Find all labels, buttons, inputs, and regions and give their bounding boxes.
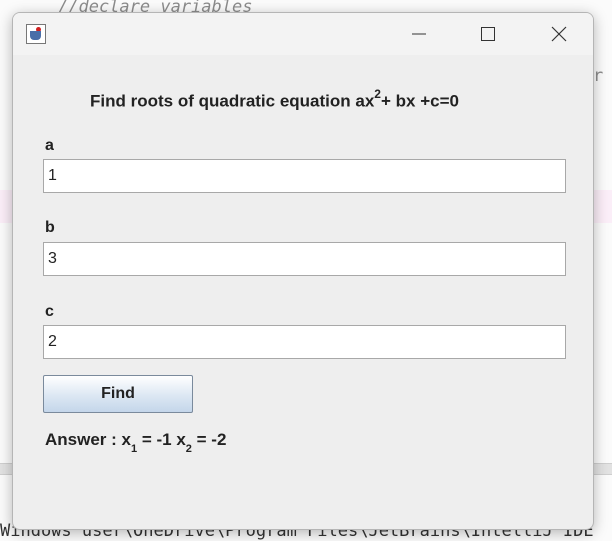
answer-sub1: 1 — [130, 443, 138, 456]
answer-text: Answer : x1 = -1 x2 = -2 — [45, 430, 227, 456]
input-b[interactable]: 3 — [43, 242, 566, 276]
input-a[interactable]: 1 — [43, 159, 566, 193]
title-bar[interactable] — [13, 13, 593, 55]
answer-suffix: = -2 — [191, 430, 227, 449]
close-button[interactable] — [541, 21, 577, 47]
input-c[interactable]: 2 — [43, 325, 566, 359]
answer-sub2: 2 — [185, 443, 192, 456]
find-button[interactable]: Find — [43, 375, 193, 413]
input-a-value: 1 — [48, 167, 57, 184]
equation-heading: Find roots of quadratic equation ax2+ bx… — [90, 87, 459, 112]
maximize-icon — [481, 27, 495, 41]
maximize-button[interactable] — [470, 21, 506, 47]
input-c-value: 2 — [48, 333, 57, 350]
minimize-button[interactable] — [401, 21, 437, 47]
minimize-icon — [412, 33, 426, 35]
label-a: a — [45, 137, 54, 154]
close-icon — [551, 26, 567, 42]
label-b: b — [45, 219, 55, 236]
answer-mid: = -1 x — [137, 430, 186, 449]
heading-exponent: 2 — [374, 87, 381, 101]
heading-prefix: Find roots of quadratic equation ax — [90, 91, 375, 111]
java-cup-icon[interactable] — [26, 24, 46, 44]
background-code-fragment: r — [593, 66, 604, 86]
label-c: c — [45, 303, 54, 320]
heading-suffix: + bx +c=0 — [380, 91, 459, 111]
answer-prefix: Answer : x — [45, 430, 131, 449]
quadratic-dialog-window: Find roots of quadratic equation ax2+ bx… — [12, 12, 594, 530]
dialog-content: Find roots of quadratic equation ax2+ bx… — [13, 55, 593, 529]
input-b-value: 3 — [48, 250, 57, 267]
